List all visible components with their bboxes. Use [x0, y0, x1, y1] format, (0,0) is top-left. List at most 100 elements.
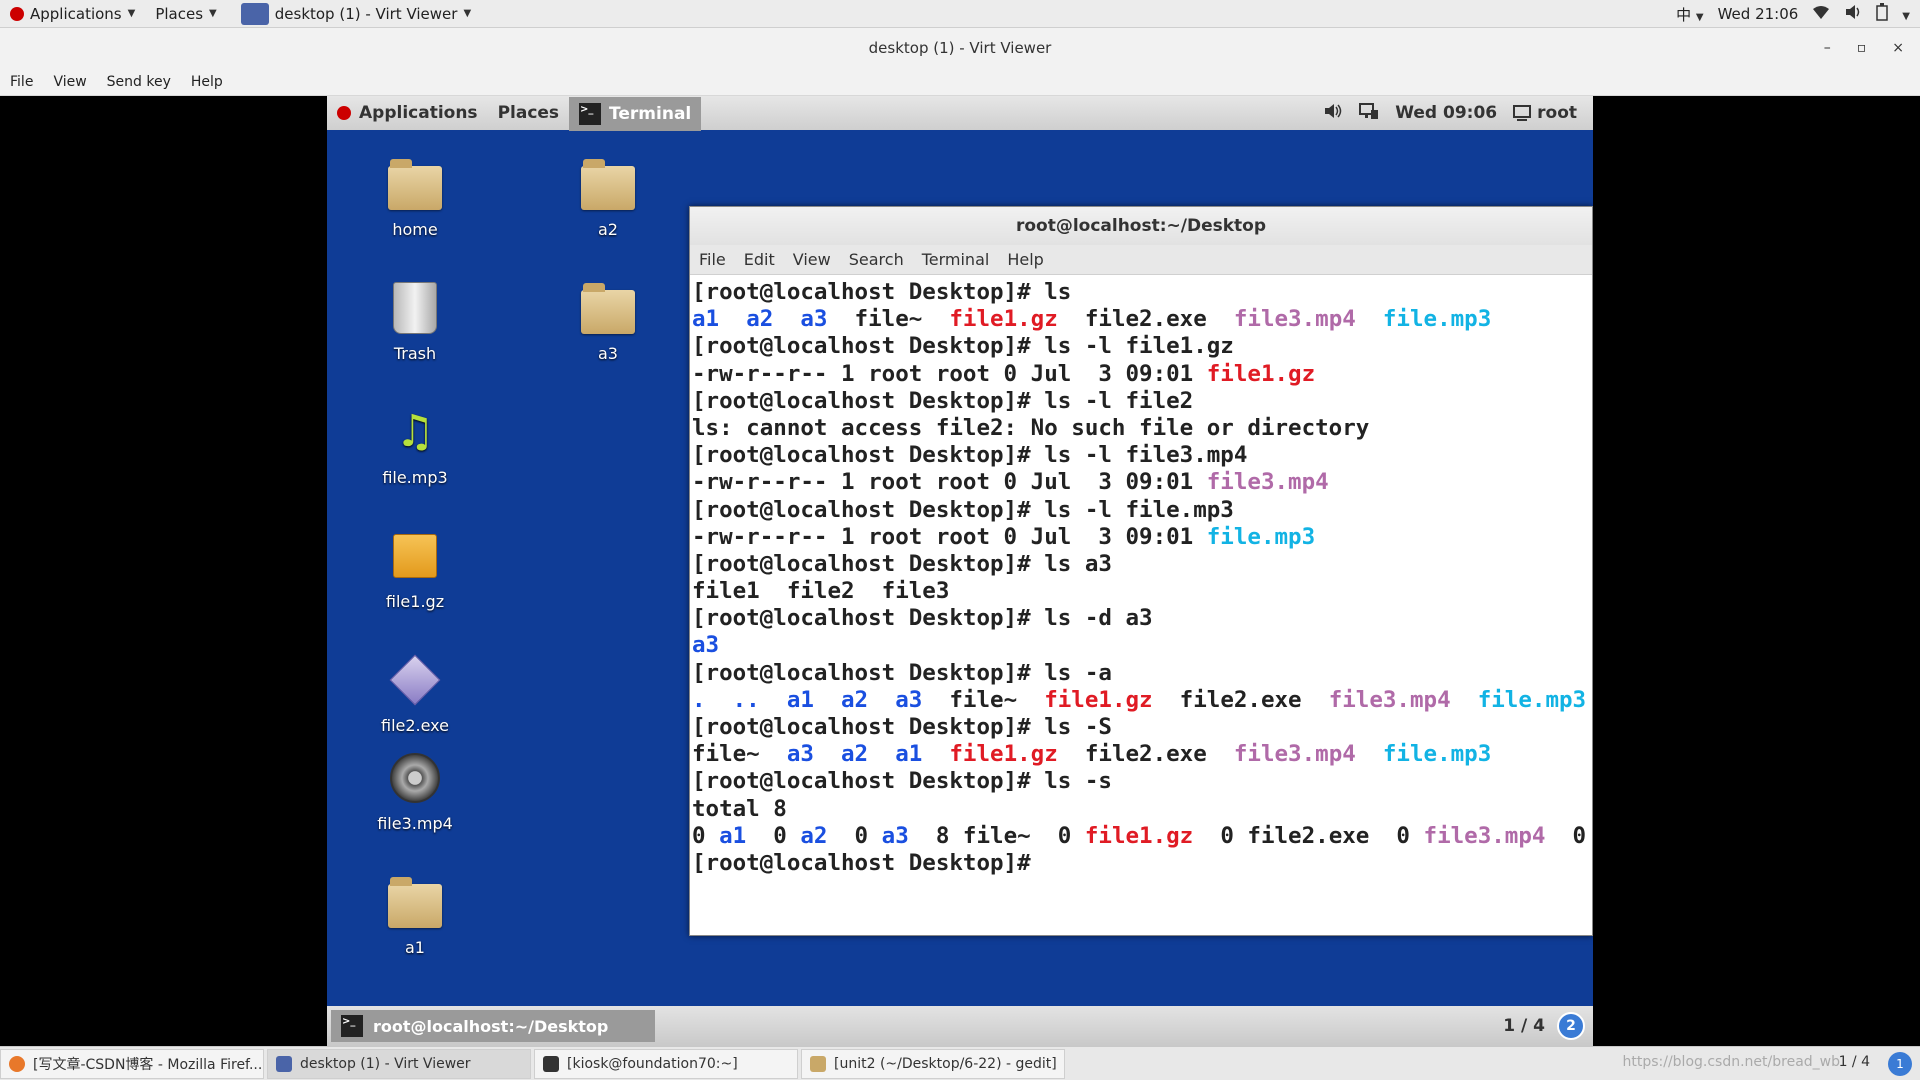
host-workspace-pager[interactable]: 1 / 4: [1839, 1054, 1870, 1070]
vm-notification-badge[interactable]: 2: [1557, 1012, 1585, 1040]
terminal-line: [root@localhost Desktop]#: [692, 850, 1590, 877]
terminal-menu-search[interactable]: Search: [840, 250, 913, 269]
vm-display[interactable]: Applications Places >_ Terminal Wed 09:0…: [327, 96, 1593, 1046]
system-menu[interactable]: ▼: [1902, 5, 1910, 23]
terminal-window[interactable]: root@localhost:~/Desktop File Edit View …: [689, 206, 1593, 936]
terminal-text: [root@localhost Desktop]# ls -l file.mp3: [692, 496, 1234, 523]
network-icon[interactable]: [1359, 102, 1379, 125]
minimize-button[interactable]: –: [1824, 40, 1831, 56]
terminal-text: a1: [692, 306, 720, 333]
close-button[interactable]: ×: [1892, 40, 1904, 56]
terminal-text: [root@localhost Desktop]# ls -l file2: [692, 387, 1194, 414]
folder-icon: [581, 283, 635, 334]
desktop-icon-a3[interactable]: a3: [553, 280, 663, 363]
terminal-text: file2.exe: [1057, 741, 1234, 768]
terminal-text: a3: [786, 741, 814, 768]
host-window-menu[interactable]: desktop (1) - Virt Viewer ▼: [227, 0, 481, 28]
maximize-button[interactable]: ▫: [1857, 40, 1867, 56]
terminal-menubar: File Edit View Search Terminal Help: [690, 245, 1592, 275]
terminal-text: [root@localhost Desktop]# ls -d a3: [692, 605, 1153, 632]
desktop-icon-a2[interactable]: a2: [553, 156, 663, 239]
desktop-icon-file1-gz[interactable]: file1.gz: [360, 528, 470, 611]
executable-icon: [389, 654, 441, 706]
virt-viewer-icon: [240, 2, 269, 25]
terminal-titlebar[interactable]: root@localhost:~/Desktop: [690, 207, 1592, 245]
vm-places-label: Places: [497, 103, 560, 123]
terminal-text: a2: [746, 306, 774, 333]
terminal-line: [root@localhost Desktop]# ls -a: [692, 660, 1590, 687]
redhat-icon: [10, 6, 24, 21]
vm-places-menu[interactable]: Places: [488, 96, 569, 130]
terminal-text: file1.gz: [1044, 686, 1153, 713]
terminal-menu-help[interactable]: Help: [998, 250, 1052, 269]
user-icon: [1513, 105, 1532, 121]
host-applications-menu[interactable]: Applications ▼: [0, 0, 145, 28]
viewer-menu-send-key[interactable]: Send key: [97, 74, 181, 90]
vm-terminal-tab[interactable]: >_ Terminal: [569, 97, 702, 131]
terminal-text: ls: cannot access file2: No such file or…: [692, 414, 1370, 441]
terminal-text: ..: [732, 686, 760, 713]
viewer-menu-file[interactable]: File: [0, 74, 43, 90]
desktop-icon-trash[interactable]: Trash: [360, 280, 470, 363]
terminal-menu-edit[interactable]: Edit: [735, 250, 784, 269]
wifi-icon[interactable]: [1812, 4, 1830, 24]
desktop-icon-file3-mp4[interactable]: file3.mp4: [360, 750, 470, 833]
volume-icon[interactable]: [1323, 102, 1343, 125]
vm-applications-menu[interactable]: Applications: [327, 96, 488, 130]
text-editor-icon: [810, 1055, 826, 1072]
terminal-text: a2: [800, 822, 828, 849]
terminal-line: [root@localhost Desktop]# ls -l file2: [692, 388, 1590, 415]
archive-icon: [393, 534, 437, 578]
desktop-icon-file2-exe[interactable]: file2.exe: [360, 652, 470, 735]
terminal-text: 0: [1545, 822, 1587, 849]
terminal-text: -rw-r--r-- 1 root root 0 Jul 3 09:01: [692, 469, 1207, 496]
host-applications-label: Applications: [30, 4, 122, 23]
folder-icon: [388, 877, 442, 928]
terminal-text: a3: [881, 822, 909, 849]
chevron-down-icon: ▼: [209, 8, 217, 19]
terminal-output[interactable]: [root@localhost Desktop]# ls a1 a2 a3 fil…: [690, 275, 1592, 881]
taskbar-item-firefox[interactable]: [写文章-CSDN博客 - Mozilla Firef...: [0, 1048, 264, 1079]
host-status-area: 中 ▼ Wed 21:06 ▼: [1676, 0, 1910, 28]
terminal-text: 0: [827, 822, 882, 849]
terminal-text: file~: [922, 686, 1045, 713]
taskbar-item-terminal[interactable]: [kiosk@foundation70:~]: [534, 1048, 798, 1079]
terminal-icon: >_: [579, 103, 602, 125]
desktop-icon-file-mp3[interactable]: ♫ file.mp3: [360, 404, 470, 488]
taskbar-item-gedit[interactable]: [unit2 (~/Desktop/6-22) - gedit]: [801, 1048, 1065, 1079]
terminal-menu-file[interactable]: File: [690, 250, 735, 269]
desktop-icon-a1[interactable]: a1: [360, 874, 470, 957]
terminal-text: file.mp3: [1382, 306, 1492, 333]
vm-workspace-pager[interactable]: 1 / 4: [1503, 1006, 1545, 1046]
terminal-line: a3: [692, 632, 1590, 659]
host-notification-badge[interactable]: 1: [1888, 1052, 1912, 1076]
host-places-menu[interactable]: Places ▼: [145, 0, 226, 28]
terminal-text: file1 file2 file3: [692, 578, 950, 605]
taskbar-item-virt-viewer[interactable]: desktop (1) - Virt Viewer: [267, 1048, 531, 1079]
terminal-menu-view[interactable]: View: [784, 250, 840, 269]
viewer-menu-view[interactable]: View: [43, 74, 96, 90]
terminal-line: [root@localhost Desktop]# ls -l file3.mp…: [692, 442, 1590, 469]
terminal-menu-terminal[interactable]: Terminal: [913, 250, 999, 269]
volume-icon[interactable]: [1844, 4, 1862, 24]
host-window-title: desktop (1) - Virt Viewer: [274, 4, 458, 23]
vm-taskbar-terminal[interactable]: >_ root@localhost:~/Desktop: [331, 1010, 655, 1042]
input-method-indicator[interactable]: 中 ▼: [1676, 4, 1704, 25]
vm-applications-label: Applications: [359, 103, 478, 123]
vm-clock[interactable]: Wed 09:06: [1395, 103, 1497, 123]
battery-icon[interactable]: [1876, 3, 1889, 25]
terminal-text: -rw-r--r-- 1 root root 0 Jul 3 09:01: [692, 523, 1207, 550]
chevron-down-icon: ▼: [127, 8, 136, 19]
terminal-line: total 8: [692, 796, 1590, 823]
terminal-text: [root@localhost Desktop]# ls -s: [692, 768, 1112, 795]
host-clock[interactable]: Wed 21:06: [1718, 5, 1799, 23]
vm-user-menu[interactable]: root: [1513, 103, 1577, 123]
desktop-icon-home[interactable]: home: [360, 156, 470, 239]
viewer-menu-help[interactable]: Help: [181, 74, 233, 90]
